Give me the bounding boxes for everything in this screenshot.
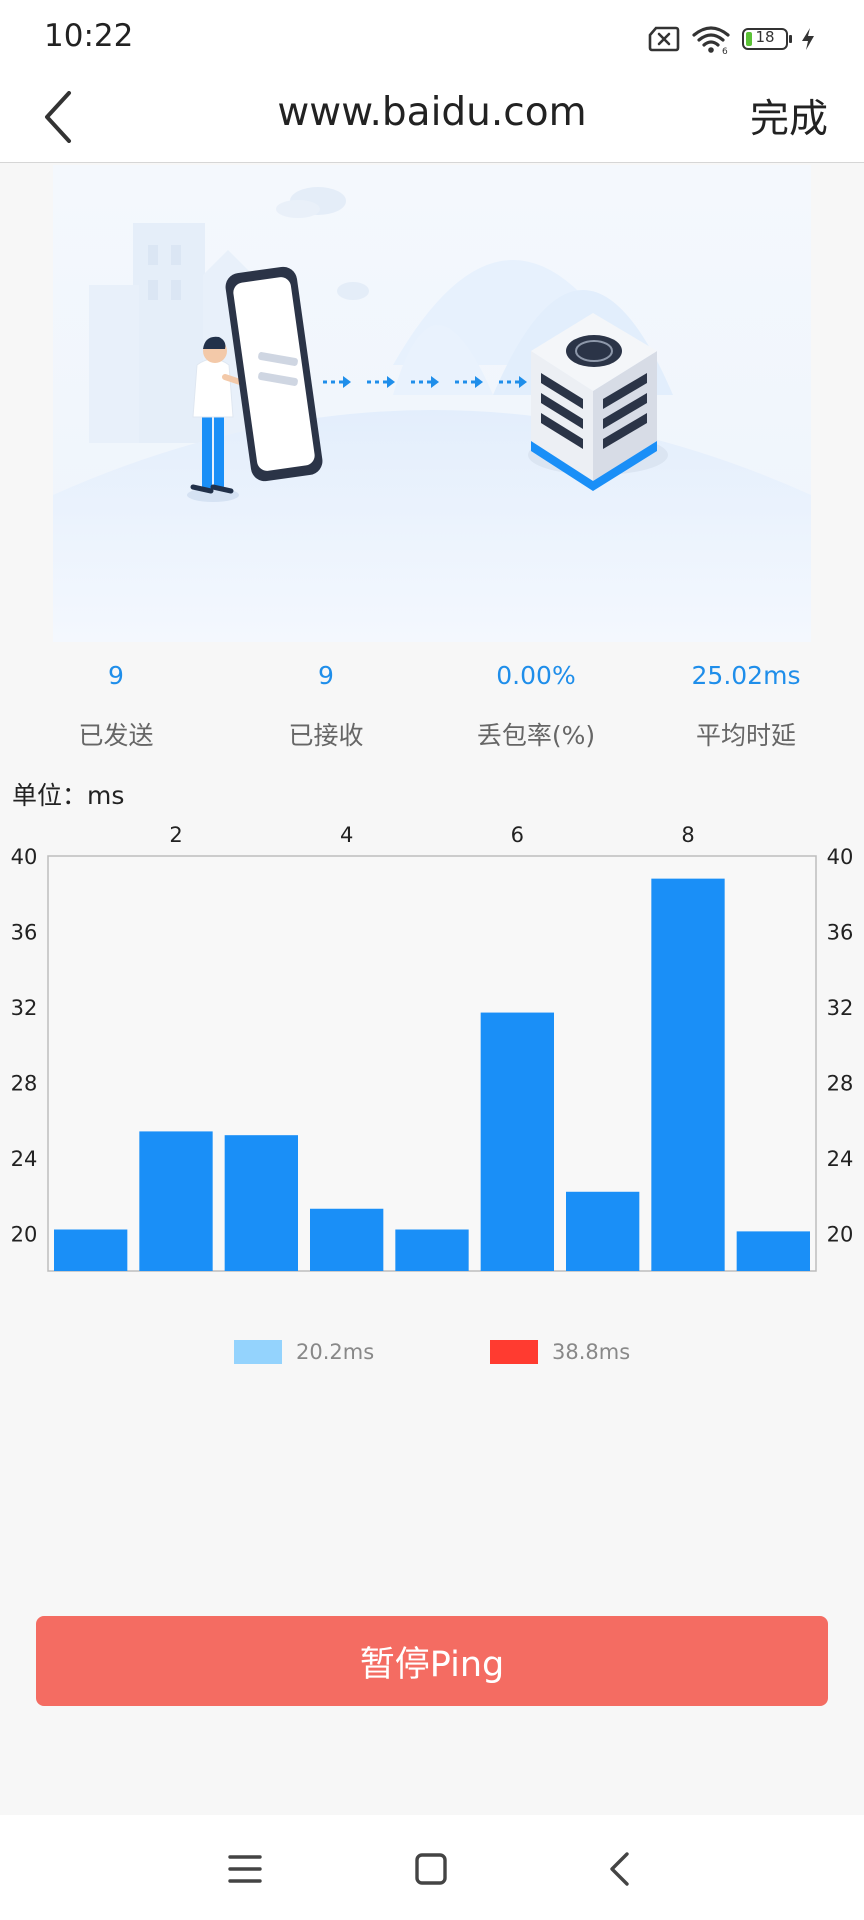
stat-latency-label: 平均时延 — [695, 721, 796, 750]
legend-item-min: 20.2ms — [234, 1340, 374, 1364]
bar — [224, 1135, 298, 1271]
svg-text:6: 6 — [722, 47, 728, 54]
charging-icon — [802, 28, 814, 50]
y-tick-label-right: 32 — [827, 996, 854, 1020]
stat-sent-label: 已发送 — [78, 721, 154, 750]
status-icons: 6 18 — [648, 22, 816, 56]
stat-received: 9 已接收 — [221, 650, 431, 754]
bar — [139, 1131, 213, 1271]
y-tick-label-right: 40 — [827, 845, 854, 869]
chart-legend: 20.2ms 38.8ms — [0, 1340, 864, 1370]
battery-icon: 18 — [742, 28, 792, 50]
unit-label: 单位：ms — [12, 781, 125, 810]
legend-swatch-max — [490, 1340, 538, 1364]
bar — [651, 878, 725, 1271]
legend-swatch-min — [234, 1340, 282, 1364]
x-tick-label: 2 — [169, 823, 182, 847]
bar — [310, 1208, 384, 1271]
stat-sent-value: 9 — [108, 661, 124, 690]
ping-illustration — [53, 165, 811, 642]
y-tick-label-left: 32 — [11, 996, 38, 1020]
stat-loss-label: 丢包率(%) — [476, 721, 596, 750]
ping-illustration-graphic — [53, 165, 811, 642]
menu-icon — [228, 1855, 262, 1883]
x-tick-label: 6 — [511, 823, 524, 847]
y-tick-label-left: 28 — [11, 1071, 38, 1095]
legend-label-min: 20.2ms — [296, 1340, 375, 1364]
y-tick-label-right: 20 — [827, 1222, 854, 1246]
y-tick-label-left: 24 — [11, 1147, 38, 1171]
sim-error-icon — [648, 26, 680, 52]
stat-sent: 9 已发送 — [11, 650, 221, 754]
stat-received-label: 已接收 — [288, 721, 364, 750]
stat-received-value: 9 — [318, 661, 334, 690]
stat-loss-value: 0.00% — [496, 661, 576, 690]
title-bar: www.baidu.com 完成 — [0, 76, 864, 163]
wifi-icon: 6 — [692, 26, 730, 54]
system-back-button[interactable] — [595, 1845, 643, 1893]
bar — [54, 1229, 128, 1271]
legend-label-max: 38.8ms — [552, 1340, 631, 1364]
battery-level: 18 — [755, 28, 775, 46]
back-triangle-icon — [610, 1852, 629, 1886]
stat-latency-value: 25.02ms — [691, 661, 801, 690]
y-tick-label-right: 24 — [827, 1147, 854, 1171]
pause-ping-button[interactable]: 暂停Ping — [36, 1616, 828, 1706]
stat-loss: 0.00% 丢包率(%) — [431, 650, 641, 754]
y-tick-label-right: 28 — [827, 1071, 854, 1095]
bar — [480, 1012, 554, 1271]
bar — [395, 1229, 469, 1271]
status-bar: 10:22 6 18 — [0, 0, 864, 76]
ping-stats: 9 已发送 9 已接收 0.00% 丢包率(%) 25.02ms 平均时延 — [0, 650, 864, 760]
page-title: www.baidu.com — [277, 90, 587, 135]
bar — [736, 1231, 810, 1271]
system-nav-bar — [0, 1815, 864, 1920]
y-tick-label-left: 40 — [11, 845, 38, 869]
menu-button[interactable] — [221, 1845, 269, 1893]
stat-latency: 25.02ms 平均时延 — [641, 650, 851, 754]
y-tick-label-left: 20 — [11, 1222, 38, 1246]
y-tick-label-right: 36 — [827, 920, 854, 944]
x-tick-label: 8 — [681, 823, 694, 847]
latency-chart: 20 2024 2428 2832 3236 3640 402 4 6 8 — [11, 823, 854, 1272]
bar — [566, 1191, 640, 1271]
home-button[interactable] — [407, 1845, 455, 1893]
status-time: 10:22 — [44, 18, 134, 54]
x-tick-label: 4 — [340, 823, 353, 847]
done-button[interactable]: 完成 — [750, 88, 828, 144]
legend-item-max: 38.8ms — [490, 1340, 630, 1364]
home-square-icon — [415, 1853, 447, 1885]
y-tick-label-left: 36 — [11, 920, 38, 944]
